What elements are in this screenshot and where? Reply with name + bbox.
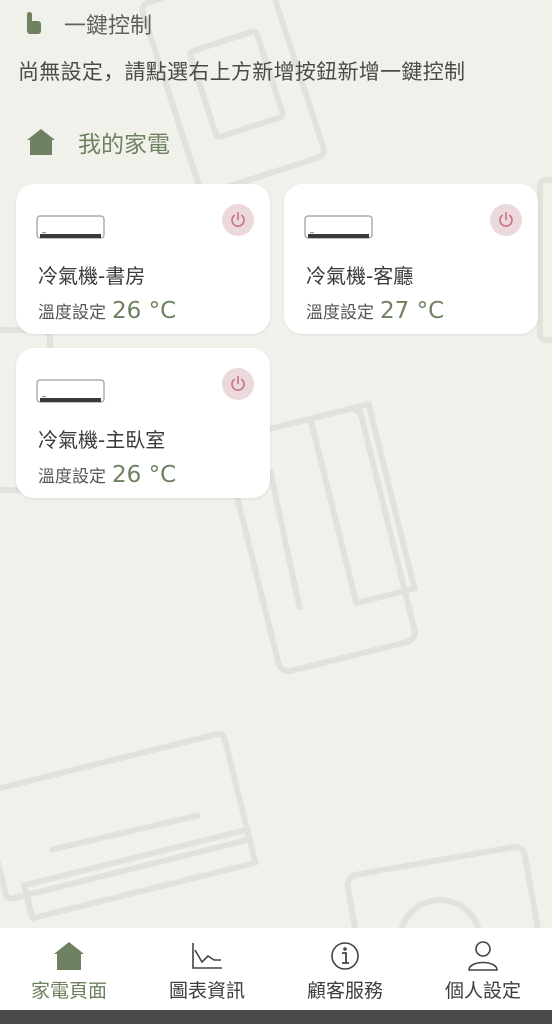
temperature-label: 溫度設定 — [38, 467, 106, 487]
appliance-card[interactable]: 冷氣機-主臥室 溫度設定 26 °C — [16, 348, 270, 498]
hand-pointer-icon — [27, 12, 41, 34]
temperature-setting: 溫度設定 26 °C — [38, 462, 176, 488]
temperature-setting: 溫度設定 27 °C — [306, 298, 444, 324]
nav-item-appliances[interactable]: 家電頁面 — [0, 928, 138, 1010]
power-icon — [231, 375, 245, 391]
temperature-label: 溫度設定 — [38, 303, 106, 323]
power-icon — [499, 211, 513, 227]
nav-label: 個人設定 — [444, 980, 521, 1002]
temperature-value: 26 °C — [112, 462, 177, 488]
temperature-value: 27 °C — [380, 298, 445, 324]
my-appliances-title: 我的家電 — [78, 132, 170, 158]
nav-item-charts[interactable]: 圖表資訊 — [138, 928, 276, 1010]
power-button[interactable] — [222, 368, 254, 400]
my-appliances-header: 我的家電 — [26, 124, 170, 160]
house-icon — [27, 129, 55, 155]
power-button[interactable] — [490, 204, 522, 236]
nav-item-customer-service[interactable]: 顧客服務 — [276, 928, 414, 1010]
appliance-name: 冷氣機-主臥室 — [38, 428, 166, 452]
air-conditioner-icon — [36, 379, 105, 403]
chart-icon — [192, 943, 222, 969]
temperature-label: 溫度設定 — [306, 303, 374, 323]
one-click-title: 一鍵控制 — [64, 14, 153, 39]
system-navigation-bar — [0, 1010, 552, 1024]
nav-label: 顧客服務 — [306, 980, 383, 1002]
nav-label: 圖表資訊 — [168, 980, 245, 1002]
temperature-value: 26 °C — [112, 298, 177, 324]
house-icon — [54, 942, 84, 970]
one-click-empty-hint: 尚無設定，請點選右上方新增按鈕新增一鍵控制 — [18, 60, 466, 84]
power-button[interactable] — [222, 204, 254, 236]
power-icon — [231, 211, 245, 227]
air-conditioner-icon — [36, 215, 105, 239]
air-conditioner-icon — [304, 215, 373, 239]
bottom-navigation: 家電頁面 圖表資訊 顧客服務 個人設定 — [0, 928, 552, 1010]
appliance-name: 冷氣機-書房 — [38, 264, 146, 288]
appliance-card[interactable]: 冷氣機-書房 溫度設定 26 °C — [16, 184, 270, 334]
appliance-card[interactable]: 冷氣機-客廳 溫度設定 27 °C — [284, 184, 538, 334]
appliance-name: 冷氣機-客廳 — [306, 264, 414, 288]
person-icon — [468, 941, 498, 971]
one-click-header: 一鍵控制 — [24, 8, 152, 40]
info-icon — [331, 942, 359, 970]
nav-item-personal-settings[interactable]: 個人設定 — [414, 928, 552, 1010]
nav-label: 家電頁面 — [30, 980, 107, 1002]
temperature-setting: 溫度設定 26 °C — [38, 298, 176, 324]
